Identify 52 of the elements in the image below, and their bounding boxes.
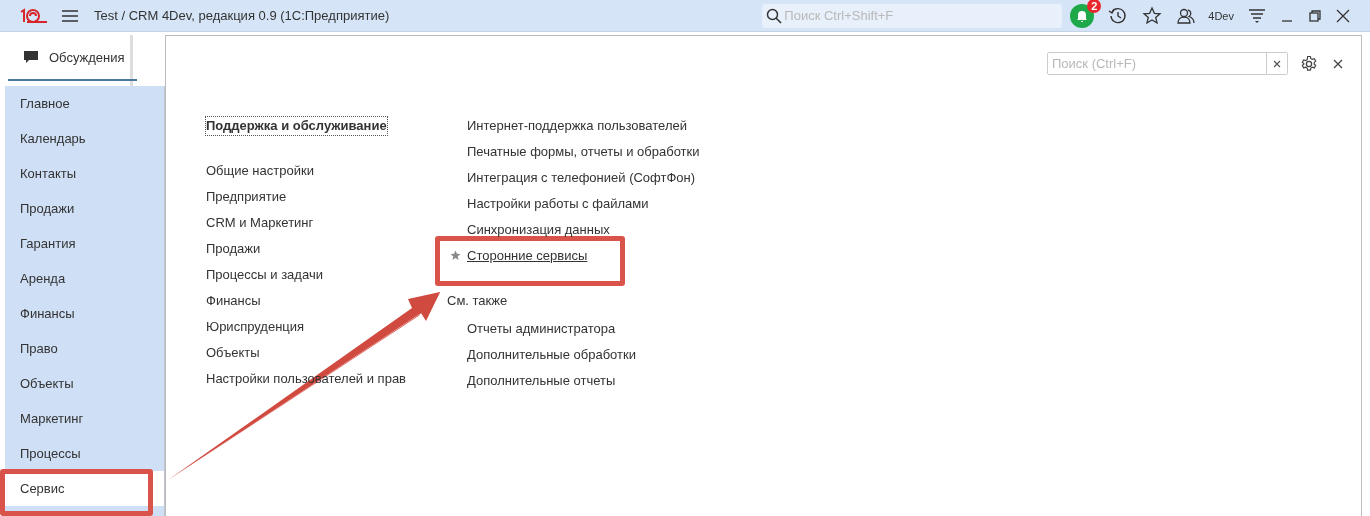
search-field[interactable]: Поиск Ctrl+Shift+F	[762, 3, 1063, 28]
group-link[interactable]: Процессы и задачи	[206, 262, 323, 288]
command-link[interactable]: Интернет-поддержка пользователей	[467, 118, 687, 133]
chat-icon	[23, 50, 39, 64]
command-link[interactable]: Синхронизация данных	[467, 222, 610, 237]
close-icon[interactable]	[1336, 8, 1350, 23]
settings-icon[interactable]	[1300, 54, 1318, 73]
section-item[interactable]: Финансы	[5, 296, 164, 331]
section-item[interactable]: Гарантия	[5, 226, 164, 261]
group-link[interactable]: CRM и Маркетинг	[206, 210, 314, 236]
clear-icon	[1273, 59, 1281, 68]
group-link[interactable]: Продажи	[206, 236, 261, 262]
user-name[interactable]: 4Dev	[1208, 9, 1234, 22]
section-item[interactable]: Маркетинг	[5, 401, 164, 436]
command-link[interactable]: Сторонние сервисы	[467, 248, 588, 263]
command-link[interactable]: Дополнительные отчеты	[467, 373, 616, 388]
restore-icon[interactable]	[1308, 8, 1322, 23]
section-item[interactable]: Продажи	[5, 191, 164, 226]
see-also-heading: См. также	[447, 292, 509, 310]
clear-button[interactable]	[1266, 53, 1287, 74]
section-item[interactable]: Календарь	[5, 121, 164, 156]
group-link[interactable]: Юриспруденция	[206, 314, 305, 340]
history-icon[interactable]	[1108, 5, 1129, 26]
command-link[interactable]: Дополнительные обработки	[467, 347, 636, 362]
group-link[interactable]: Объекты	[206, 340, 260, 366]
group-link[interactable]: Финансы	[206, 288, 261, 314]
search-icon	[766, 7, 783, 24]
bell-icon	[1075, 8, 1090, 23]
notifications-button[interactable]	[1070, 3, 1095, 28]
star-icon[interactable]	[450, 250, 461, 261]
group-link[interactable]: Поддержка и обслуживание	[206, 117, 387, 135]
section-item[interactable]: Контакты	[5, 156, 164, 191]
section-item[interactable]: Право	[5, 331, 164, 366]
command-link[interactable]: Интеграция с телефонией (СофтФон)	[467, 170, 696, 185]
window-title: Test / CRM 4Dev, редакция 0.9 (1С:Предприятие)	[94, 8, 390, 23]
search-field[interactable]: Поиск (Ctrl+F)	[1047, 52, 1288, 75]
logo-icon	[18, 7, 48, 24]
group-link[interactable]: Общие настройки	[206, 158, 314, 184]
section-item[interactable]: Объекты	[5, 366, 164, 401]
command-link[interactable]: Настройки работы с файлами	[467, 196, 649, 211]
section-item[interactable]: Главное	[5, 86, 164, 121]
close-icon[interactable]	[1333, 58, 1343, 69]
command-link[interactable]: Отчеты администратора	[467, 321, 616, 336]
section-item[interactable]: Процессы	[5, 436, 164, 471]
command-link[interactable]: Печатные формы, отчеты и обработки	[467, 144, 700, 159]
star-icon[interactable]	[1142, 5, 1163, 26]
filter-menu-icon[interactable]	[1248, 7, 1266, 24]
group-link[interactable]: Предприятие	[206, 184, 287, 210]
notification-badge: 2	[1087, 0, 1102, 13]
discussions-tab[interactable]: Обсуждения	[8, 35, 137, 81]
menu-icon[interactable]	[62, 9, 78, 22]
section-item[interactable]: Аренда	[5, 261, 164, 296]
